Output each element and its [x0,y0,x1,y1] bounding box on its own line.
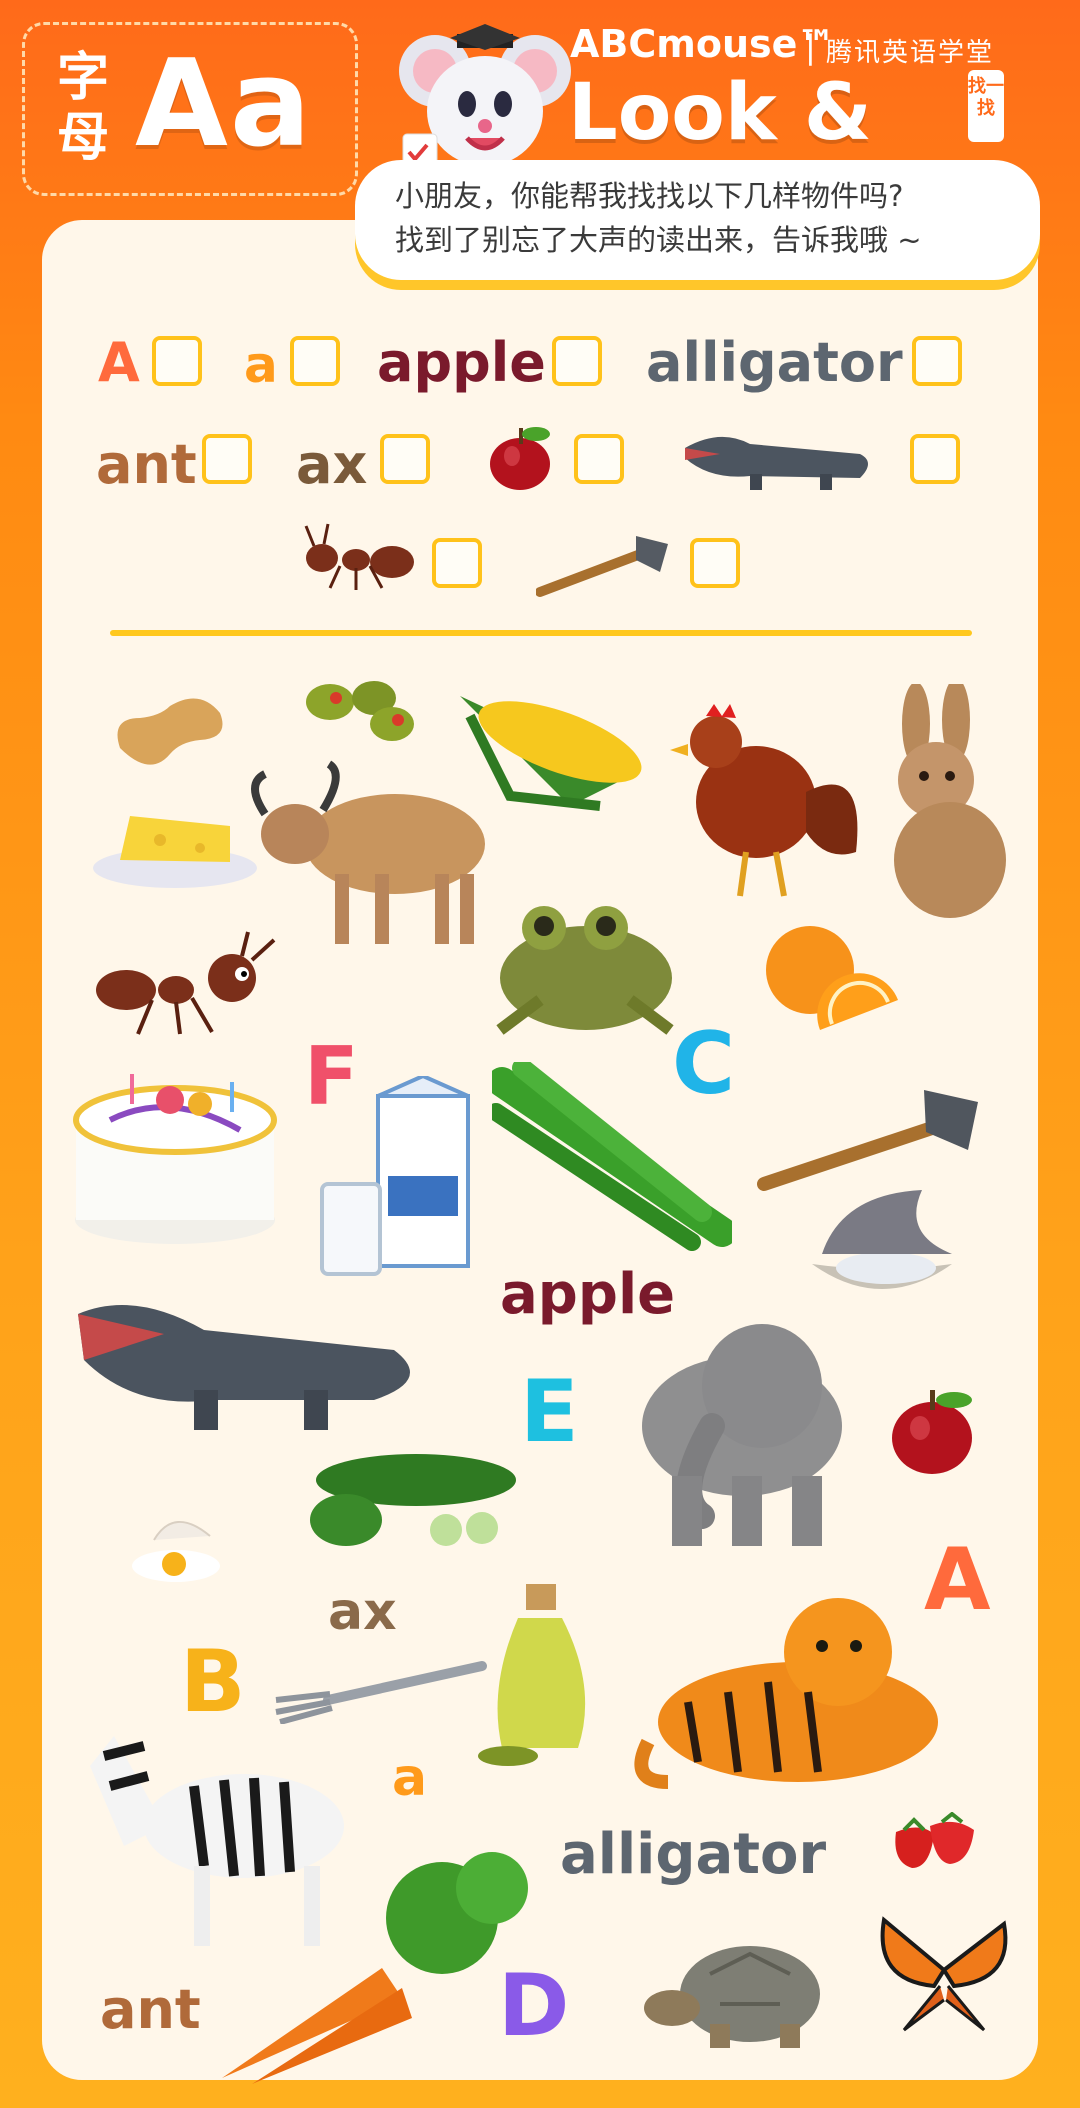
scene-word-ax: ax [328,1582,397,1642]
ant-large-icon [92,930,282,1040]
scene-letter-E: E [520,1362,579,1462]
orange-icon [760,920,900,1040]
checkbox-ant[interactable] [202,434,252,484]
ant-icon [300,520,420,594]
scene-letter-F: F [304,1030,359,1123]
speech-bubble: 小朋友，你能帮我找找以下几样物件吗? 找到了别忘了大声的读出来，告诉我哦 ~ [355,160,1040,280]
checklist-word-ax: ax [296,433,368,496]
section-divider [110,630,972,636]
brand-chinese-name: 腾讯英语学堂 [826,38,995,68]
apple-icon [484,418,560,494]
scene-letter-A: A [924,1530,991,1630]
egg-icon [124,1506,234,1586]
butterfly-icon [874,1910,1014,2040]
olives-icon [300,676,420,746]
tortoise-icon [640,1924,830,2054]
scene-word-apple: apple [500,1262,676,1327]
birthday-cake-icon [70,1060,280,1250]
checklist-word-ant: ant [96,433,197,496]
scene-letter-D: D [498,1956,570,2056]
chicken-icon [666,702,866,902]
checkbox-ax[interactable] [380,434,430,484]
checklist-word-a: a [244,336,278,394]
bubble-line-2: 找到了别忘了大声的读出来，告诉我哦 ~ [395,223,922,257]
peanut-icon [110,688,230,778]
cucumber-icon [306,1444,516,1554]
bubble-line-1: 小朋友，你能帮我找找以下几样物件吗? [395,179,904,213]
apple-large-icon [886,1378,986,1478]
olive-oil-icon [468,1578,618,1768]
checkbox-ant-picture[interactable] [432,538,482,588]
oyster-icon [802,1184,962,1314]
find-tag: 找一找 [968,70,1004,142]
checkbox-apple[interactable] [552,336,602,386]
badge-chinese-label: 字母 [56,48,109,168]
frog-icon [490,890,680,1040]
brand-logo: ABCmouse™ [570,22,836,66]
checkbox-A[interactable] [152,336,202,386]
strawberry-icon [890,1812,980,1872]
scene-word-alligator: alligator [560,1822,827,1887]
fork-icon [268,1654,488,1724]
scene-letter-a: a [392,1748,428,1808]
alligator-icon [680,418,880,498]
scene-word-ant: ant [100,1978,201,2041]
checkbox-apple-picture[interactable] [574,434,624,484]
rabbit-icon [870,684,1020,924]
checkbox-alligator-picture[interactable] [910,434,960,484]
checklist-word-A: A [98,331,140,394]
badge-letters: Aa [135,35,313,174]
checkbox-ax-picture[interactable] [690,538,740,588]
elephant-icon [612,1316,862,1556]
checkbox-a[interactable] [290,336,340,386]
checklist-word-apple: apple [377,331,546,394]
checkbox-alligator[interactable] [912,336,962,386]
checklist-word-alligator: alligator [646,331,903,394]
ax-icon [536,530,676,600]
ox-icon [245,754,490,954]
cheese-icon [90,800,260,890]
scene-letter-C: C [672,1014,736,1114]
ax-large-icon [754,1084,984,1194]
tiger-icon [628,1582,958,1802]
alligator-large-icon [74,1290,434,1440]
brand-separator: | [805,28,816,66]
scene-letter-B: B [180,1632,246,1732]
carrot-icon [212,1848,542,2088]
